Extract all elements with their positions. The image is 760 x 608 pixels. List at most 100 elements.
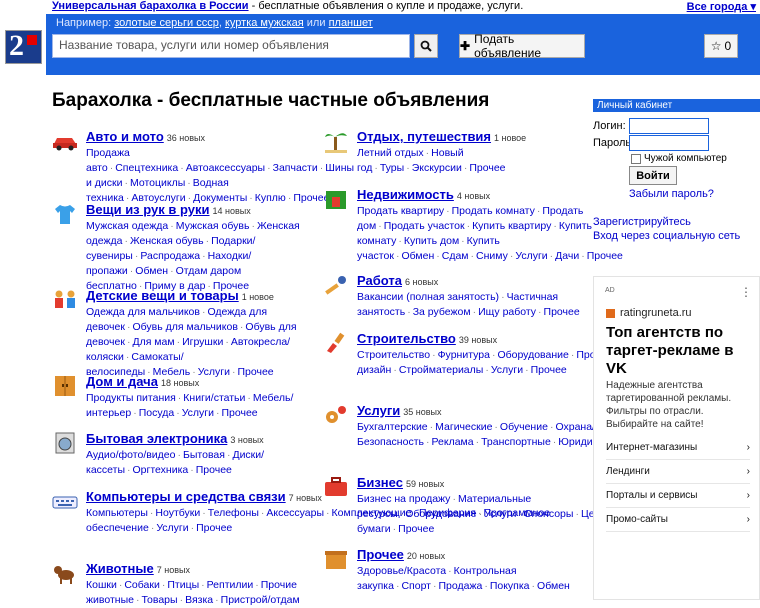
category-title[interactable]: Дом и дача [86,374,158,389]
hint-link-1[interactable]: золотые серьги ссср [114,17,219,29]
ad-headline[interactable]: Топ агентств по таргет-рекламе в VK [606,324,756,378]
subcategory-link[interactable]: Продать участок [384,220,465,232]
subcategory-link[interactable]: Вакансии (полная занятость) [357,291,499,303]
subcategory-link[interactable]: Распродажа [140,250,200,262]
category-title[interactable]: Детские вещи и товары [86,288,239,303]
subcategory-link[interactable]: Для мам [132,336,174,348]
subcategory-link[interactable]: Автоаксессуары [186,162,265,174]
category-title[interactable]: Недвижимость [357,187,454,202]
subcategory-link[interactable]: Услуги [182,407,214,419]
subcategory-link[interactable]: Птицы [167,579,199,591]
login-button[interactable]: Войти [629,166,677,185]
subcategory-link[interactable]: Прочее [222,407,258,419]
subcategory-link[interactable]: Услуги [515,250,547,262]
subcategory-link[interactable]: Прочее [531,364,567,376]
subcategory-link[interactable]: Ноутбуки [155,507,200,519]
subcategory-link[interactable]: Обмен [135,265,168,277]
subcategory-link[interactable]: Пристрой/отдам [221,594,300,606]
brush-icon[interactable] [323,331,349,355]
category-title[interactable]: Бытовая электроника [86,431,227,446]
subcategory-link[interactable]: Обувь для мальчиков [132,321,237,333]
subcategory-link[interactable]: Собаки [124,579,160,591]
ad-block[interactable]: AD ⋮ ratingruneta.ru Топ агентств по тар… [593,276,760,600]
category-title[interactable]: Прочее [357,547,404,562]
gears-icon[interactable] [323,403,349,427]
category-title[interactable]: Авто и мото [86,129,164,144]
subcategory-link[interactable]: Аудио/фото/видео [86,449,175,461]
ad-row[interactable]: Интернет-магазины › [606,435,750,460]
subcategory-link[interactable]: Компьютеры [86,507,148,519]
tshirt-icon[interactable] [52,202,78,226]
ad-row[interactable]: Порталы и сервисы › [606,483,750,508]
subcategory-link[interactable]: Прочее [544,306,580,318]
subcategory-link[interactable]: Оборудование [497,349,568,361]
subcategory-link[interactable]: Продукты питания [86,392,176,404]
ad-source[interactable]: ratingruneta.ru [606,307,692,319]
subcategory-link[interactable]: Рептилии [207,579,254,591]
subcategory-link[interactable]: Обмен [401,250,434,262]
category-title[interactable]: Работа [357,273,402,288]
subcategory-link[interactable]: Бизнес на продажу [357,493,450,505]
subcategory-link[interactable]: Спонсоры [524,508,574,520]
subcategory-link[interactable]: Оргтехника [133,464,189,476]
subcategory-link[interactable]: Женская обувь [130,235,204,247]
dog-icon[interactable] [52,561,78,585]
subcategory-link[interactable]: Спецтехника [115,162,178,174]
kids-icon[interactable] [52,288,78,312]
subcategory-link[interactable]: Стройматериалы [399,364,484,376]
subcategory-link[interactable]: Покупка [490,580,530,592]
subcategory-link[interactable]: Бухгалтерские [357,421,428,433]
subcategory-link[interactable]: Услуги [156,522,188,534]
forgot-password-link[interactable]: Забыли пароль? [629,188,714,200]
category-title[interactable]: Услуги [357,403,400,418]
category-title[interactable]: Компьютеры и средства связи [86,489,286,504]
subcategory-link[interactable]: Мотоциклы [130,177,185,189]
subcategory-link[interactable]: Услуги [491,364,523,376]
subcategory-link[interactable]: Купить квартиру [472,220,551,232]
tools-icon[interactable] [323,273,349,297]
subcategory-link[interactable]: Сдам [442,250,469,262]
subcategory-link[interactable]: Туры [380,162,404,174]
palm-icon[interactable] [323,129,349,153]
subcategory-link[interactable]: Товары [141,594,177,606]
box-icon[interactable] [323,547,349,571]
subcategory-link[interactable]: Одежда для мальчиков [86,306,200,318]
subcategory-link[interactable]: За рубежом [413,306,471,318]
category-title[interactable]: Строительство [357,331,456,346]
subcategory-link[interactable]: Телефоны [208,507,259,519]
subcategory-link[interactable]: Обучение [500,421,548,433]
subcategory-link[interactable]: Вязка [185,594,213,606]
subcategory-link[interactable]: Мужская одежда [86,220,168,232]
subcategory-link[interactable]: Прочее [469,162,505,174]
ad-row[interactable]: Промо-сайты › [606,507,750,532]
search-button[interactable] [414,34,438,58]
subcategory-link[interactable]: Продать квартиру [357,205,444,217]
subcategory-link[interactable]: Кошки [86,579,117,591]
add-ad-button[interactable]: ✚ Подать объявление [459,32,585,60]
subcategory-link[interactable]: Сниму [476,250,508,262]
category-title[interactable]: Животные [86,561,154,576]
wardrobe-icon[interactable] [52,374,78,398]
subcategory-link[interactable]: Прочее [196,522,232,534]
washer-icon[interactable] [52,431,78,455]
subcategory-link[interactable]: Фурнитура [438,349,490,361]
ad-row[interactable]: Лендинги › [606,459,750,484]
category-title[interactable]: Отдых, путешествия [357,129,491,144]
subcategory-link[interactable]: Посуда [139,407,175,419]
register-link[interactable]: Зарегистрируйтесь [593,216,691,228]
subcategory-link[interactable]: Запчасти [273,162,318,174]
subcategory-link[interactable]: Экскурсии [412,162,462,174]
brand-link[interactable]: Универсальная барахолка в России [52,0,249,12]
car-icon[interactable] [52,129,78,153]
site-logo[interactable]: 2 [5,29,42,64]
subcategory-link[interactable]: Купить дом [404,235,459,247]
subcategory-link[interactable]: Книги/статьи [183,392,245,404]
subcategory-link[interactable]: Реклама [431,436,473,448]
checkbox-box[interactable] [631,153,641,164]
subcategory-link[interactable]: Услуги [484,508,516,520]
subcategory-link[interactable]: Продажа [439,580,483,592]
login-input[interactable] [629,118,709,134]
subcategory-link[interactable]: Магические [435,421,492,433]
subcategory-link[interactable]: Обмен [537,580,570,592]
briefcase-icon[interactable] [323,475,349,499]
